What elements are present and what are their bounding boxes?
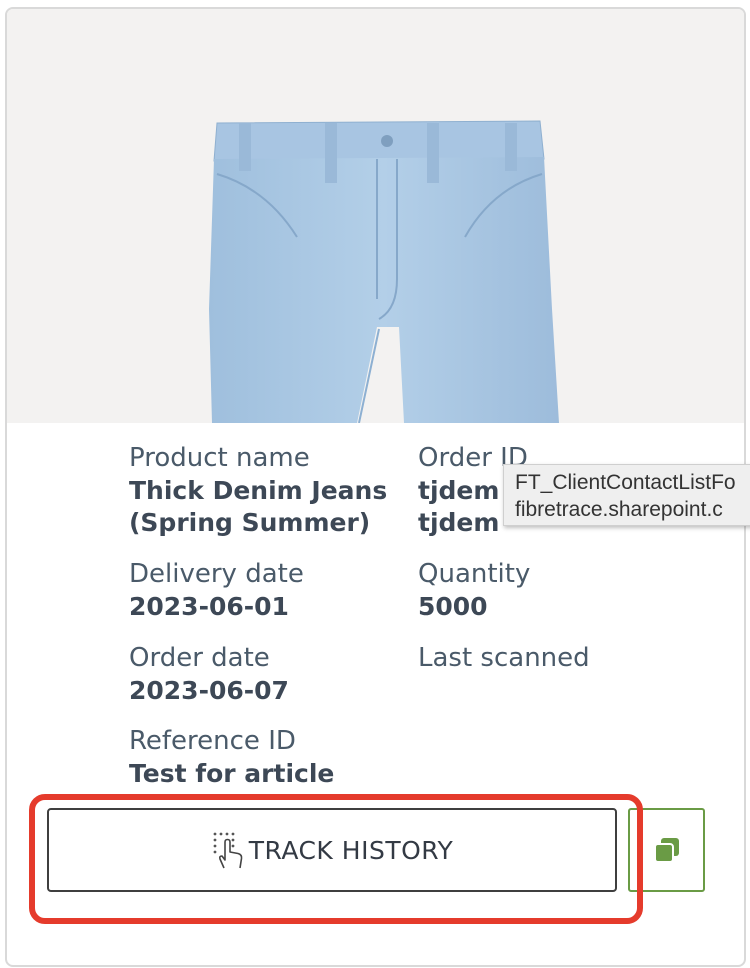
order-id-value-line2: tjdem	[418, 508, 500, 537]
pointer-hand-icon	[213, 832, 243, 869]
order-id-value-line1: tjdem	[418, 476, 500, 505]
delivery-date-label: Delivery date	[129, 559, 304, 589]
jeans-image	[209, 120, 559, 423]
tooltip-line2: fibretrace.sharepoint.c	[515, 498, 723, 521]
product-name-label: Product name	[129, 443, 310, 473]
product-name-value-line1: Thick Denim Jeans	[129, 476, 388, 505]
quantity-value: 5000	[418, 592, 488, 621]
copy-icon	[653, 838, 679, 863]
reference-id-value: Test for article	[129, 759, 335, 788]
tooltip-line1: FT_ClientContactListFo	[515, 471, 736, 494]
track-history-label: TRACK HISTORY	[248, 835, 454, 865]
link-tooltip: FT_ClientContactListFo fibretrace.sharep…	[503, 464, 750, 526]
product-name-value-line2: (Spring Summer)	[129, 508, 371, 537]
track-history-button[interactable]: TRACK HISTORY	[47, 808, 617, 892]
copy-button[interactable]	[628, 808, 705, 892]
delivery-date-value: 2023-06-01	[129, 592, 289, 621]
quantity-label: Quantity	[418, 559, 531, 589]
product-image	[7, 9, 744, 423]
order-date-label: Order date	[129, 643, 270, 673]
last-scanned-label: Last scanned	[418, 643, 590, 673]
reference-id-label: Reference ID	[129, 726, 296, 756]
order-date-value: 2023-06-07	[129, 676, 289, 705]
